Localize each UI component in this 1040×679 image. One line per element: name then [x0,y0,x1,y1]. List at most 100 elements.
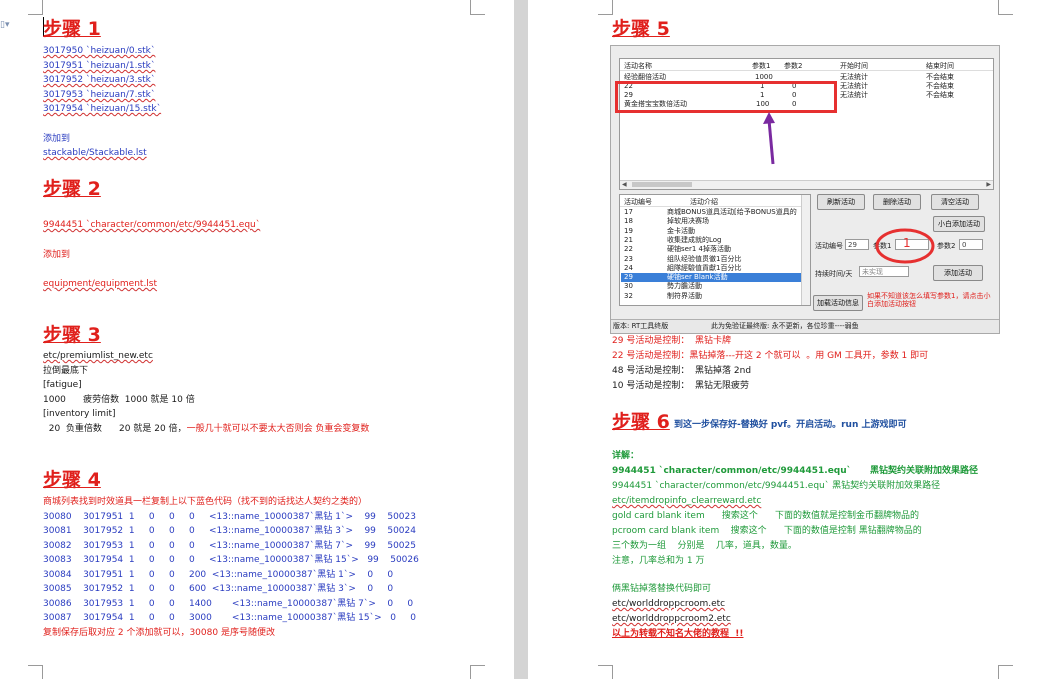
delete-event-button[interactable]: 删除活动 [873,194,921,210]
event-catalog-list[interactable]: 活动编号 活动介绍 17 商城BONUS道具活动[给予BONUS道具的 18 掉软用决… [619,194,811,306]
catalog-row-desc: 掉软用决赛场 [667,217,709,226]
scroll-left-icon[interactable]: ◀ [622,181,627,188]
step3-line: [fatigue] [43,380,82,390]
step1-line: 3017954 `heizuan/15.stk` [43,104,162,114]
details-line: 注意，几率总和为 1 万 [612,556,705,566]
step4-row: 30081 3017952 1 0 0 0 <13::name_10000387… [43,526,416,536]
note-line: 29 号活动是控制： 黑钻卡牌 [612,336,732,346]
footer-note: 以上为转载不知名大佬的教程 !! [612,629,744,639]
details-heading: 详解： [612,451,640,461]
catalog-row[interactable]: 17 商城BONUS道具活动[给予BONUS道具的 [621,208,801,217]
file-path: etc/worlddroppcroom.etc [612,599,726,609]
step1-title: 步骤 1 [43,18,101,40]
catalog-row[interactable]: 19 金卡活動 [621,227,801,236]
note-line: 22 号活动是控制：黑钻掉落---开这 2 个就可以 。用 GM 工具开，参数 … [612,351,929,361]
catalog-row-no: 29 [624,273,633,282]
catalog-row-desc: 硬铀ser1 4掉落活動 [667,245,731,254]
scroll-right-icon[interactable]: ▶ [986,181,991,188]
activity-tool-window: 活动名称 参数1 参数2 开始时间 结束时间 经验翻倍活动 1000 无法统计 … [610,45,1000,334]
event-row-param1: 1000 [755,73,773,81]
crop-mark [998,0,1013,15]
step3-last-red: 一般几十就可以不要太大否则会 负重会变复数 [186,424,370,434]
step1-line: 3017950 `heizuan/0.stk` [43,46,156,56]
catalog-row-no: 30 [624,282,633,291]
paragraph-anchor-icon: ▯▾ [0,20,10,30]
catalog-row[interactable]: 32 制符界活動 [621,292,801,301]
status-message: 此为免验证最终版: 永不更新，各位珍重----弱鱼 [711,322,859,330]
status-bar: 版本: RT工具终版 此为免验证最终版: 永不更新，各位珍重----弱鱼 [611,319,999,333]
catalog-row-desc: 商城BONUS道具活动[给予BONUS道具的 [667,208,797,216]
step4-row: 30085 3017952 1 0 0 600 <13::name_100003… [43,584,394,594]
step4-row: 30080 3017951 1 0 0 0 <13::name_10000387… [43,512,416,522]
event-row-start: 无法统计 [840,82,868,90]
catalog-row[interactable]: 30 勢力膽活動 [621,282,801,291]
step3-line: [inventory limit] [43,409,116,419]
step4-intro: 商城列表找到时效道具一栏复制上以下蓝色代码（找不到的话找达人契约之类的） [43,497,368,507]
catalog-row[interactable]: 23 组队经验值贯徹1百分比 [621,255,801,264]
catalog-row-no: 32 [624,291,633,300]
event-row-end: 不会结束 [926,73,954,81]
highlight-box [615,81,837,113]
step4-row: 30086 3017953 1 0 0 1400 <13::name_10000… [43,599,414,609]
event-no-field[interactable]: 29 [845,239,869,250]
document-page-right: 步骤 5 活动名称 参数1 参数2 开始时间 结束时间 经验翻倍活动 1000 … [528,0,1040,679]
step3-last-line: 20 负重倍数 20 就是 20 倍，一般几十就可以不要太大否则会 负重会变复数 [43,424,370,435]
step1-line: 3017953 `heizuan/7.stk` [43,90,156,100]
horizontal-scrollbar[interactable]: ◀ ▶ [620,180,993,189]
step4-title: 步骤 4 [43,469,101,491]
crop-mark [28,665,43,679]
crop-mark [470,0,485,15]
step3-line: 拉倒最底下 [43,366,89,376]
step4-row: 30087 3017954 1 0 0 3000 <13::name_10000… [43,613,416,623]
details-line: gold card blank item 搜索这个 下面的数值就是控制金币翻牌物… [612,511,920,521]
step2-line: 9944451 `character/common/etc/9944451.eq… [43,220,261,230]
vertical-scrollbar[interactable] [801,195,810,305]
step1-add-to: 添加到 [43,134,71,144]
catalog-row[interactable]: 22 硬铀ser1 4掉落活動 [621,245,801,254]
event-row-end: 不会结束 [926,91,954,99]
load-event-info-button[interactable]: 加载活动信息 [813,295,863,311]
catalog-row[interactable]: 21 收集建成就的Log [621,236,801,245]
catalog-row-no: 24 [624,263,633,272]
crop-mark [598,0,613,15]
catalog-row[interactable]: 18 掉软用决赛场 [621,217,801,226]
catalog-row-desc: 制符界活動 [667,291,702,300]
step3-title: 步骤 3 [43,324,101,346]
step1-line: 3017952 `heizuan/3.stk` [43,75,156,85]
catalog-row-desc: 勢力膽活動 [667,282,702,291]
active-events-list[interactable]: 活动名称 参数1 参数2 开始时间 结束时间 经验翻倍活动 1000 无法统计 … [619,58,994,190]
catalog-row[interactable]: 29 硬铀ser Blank活動 [621,273,801,283]
details-bold-desc: 黑钻契约关联附加效果路径 [851,466,978,476]
document-page-left: ▯▾ 步骤 1 3017950 `heizuan/0.stk` 3017951 … [0,0,514,679]
details-line: 三个数为一组 分别是 几率，道具，数量。 [612,541,797,551]
param2-field[interactable]: 0 [959,239,983,250]
details-line: 9944451 `character/common/etc/9944451.eq… [612,481,941,491]
step2-title: 步骤 2 [43,178,101,200]
crop-mark [598,665,613,679]
step4-outro: 复制保存后取对应 2 个添加就可以，30080 是序号随便改 [43,628,275,638]
catalog-row[interactable]: 24 組隊經驗值貢獻1百分比 [621,264,801,273]
duration-field[interactable]: 未实现 [859,266,909,277]
crop-mark [998,665,1013,679]
details-bold-path: 9944451 `character/common/etc/9944451.eq… [612,466,852,476]
clear-events-button[interactable]: 清空活动 [931,194,979,210]
catalog-row-desc: 收集建成就的Log [667,235,722,244]
event-row-start: 无法统计 [840,91,868,99]
event-row-name[interactable]: 经验翻倍活动 [624,73,666,81]
replace-note: 俩黑钻掉落替换代码即可 [612,584,712,594]
event-row-end: 不会结束 [926,82,954,90]
details-line: pcroom card blank item 搜索这个 下面的数值是控制 黑钻翻… [612,526,922,536]
step4-row: 30084 3017951 1 0 0 200 <13::name_100003… [43,570,394,580]
details-line: etc/itemdropinfo_clearreward.etc [612,496,762,506]
catalog-row-desc: 组队经验值贯徹1百分比 [667,254,742,263]
add-event-button[interactable]: 添加活动 [933,265,983,281]
param-hint-text: 如果不知道该怎么填写参数1，请点击小白添加活动按钮 [867,292,991,308]
crop-mark [28,0,43,15]
step2-add-to: 添加到 [43,250,71,260]
crop-mark [470,665,485,679]
scrollbar-thumb[interactable] [632,182,692,187]
step2-path: equipment/equipment.lst [43,279,158,289]
refresh-events-button[interactable]: 刷新活动 [817,194,865,210]
step1-path: stackable/Stackable.lst [43,148,147,158]
noob-add-event-button[interactable]: 小白添加活动 [933,216,985,232]
